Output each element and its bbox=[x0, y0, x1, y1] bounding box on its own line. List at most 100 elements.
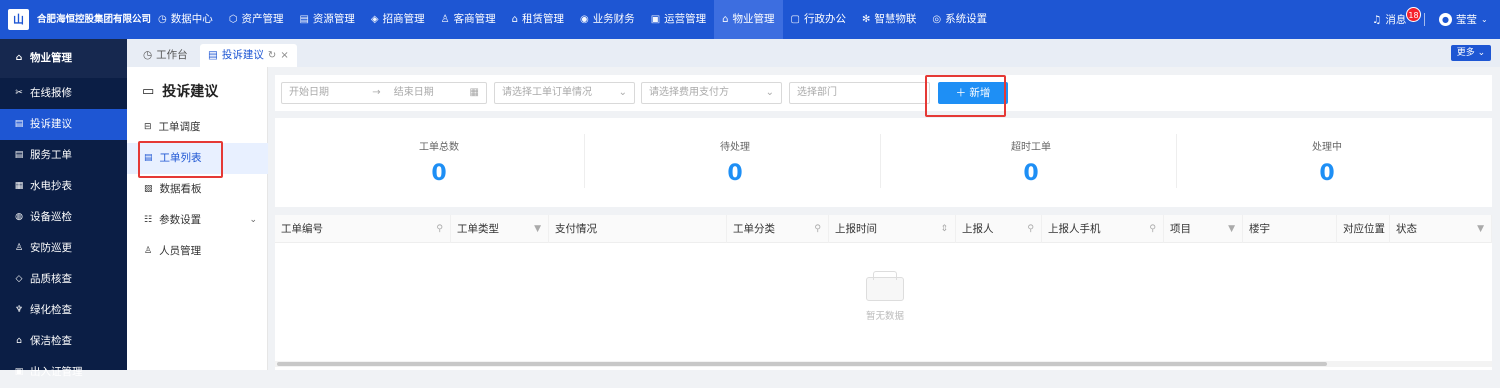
tab-complaints[interactable]: ▤ 投诉建议 ↻ × bbox=[200, 44, 297, 67]
column-header[interactable]: 上报时间 ⇕ bbox=[829, 215, 956, 243]
order-status-placeholder: 请选择工单订单情况 bbox=[502, 87, 592, 98]
submenu-item[interactable]: ▨ 数据看板 bbox=[127, 174, 268, 205]
column-header[interactable]: 工单分类 ⚲ bbox=[727, 215, 829, 243]
topnav-item[interactable]: ◉ 业务财务 bbox=[572, 0, 643, 39]
filter-icon[interactable]: ▼ bbox=[534, 215, 541, 243]
stat-value: 0 bbox=[431, 161, 447, 186]
column-header[interactable]: 对应位置 bbox=[1337, 215, 1390, 243]
topnav-item[interactable]: ▤ 资源管理 bbox=[291, 0, 362, 39]
topnav-item[interactable]: ♙ 客商管理 bbox=[433, 0, 504, 39]
sidebar-item[interactable]: ▤ 投诉建议 bbox=[0, 109, 127, 140]
topnav-label: 资产管理 bbox=[241, 13, 284, 25]
filter-icon[interactable]: ▼ bbox=[1477, 215, 1484, 243]
department-placeholder: 选择部门 bbox=[797, 87, 837, 98]
sort-icon[interactable]: ⇕ bbox=[940, 215, 948, 243]
finance-icon: ◉ bbox=[579, 14, 589, 25]
sidebar-item[interactable]: ▦ 水电抄表 bbox=[0, 171, 127, 202]
department-select[interactable]: 选择部门 bbox=[789, 82, 930, 104]
user-menu[interactable]: ● 莹莹 ⌄ bbox=[1439, 0, 1488, 39]
column-header[interactable]: 支付情况 bbox=[549, 215, 727, 243]
menu-icon: ▨ bbox=[144, 184, 153, 194]
search-icon[interactable]: ⚲ bbox=[1149, 215, 1156, 243]
sidebar-item[interactable]: ♆ 绿化检查 bbox=[0, 295, 127, 326]
more-tabs-button[interactable]: 更多 ⌄ bbox=[1451, 45, 1491, 61]
menu-icon: ⌂ bbox=[16, 336, 22, 346]
header-divider bbox=[1424, 13, 1425, 26]
menu-icon: ♙ bbox=[14, 243, 24, 253]
message-icon: ▭ bbox=[142, 83, 155, 99]
topnav-item[interactable]: ✻ 智慧物联 bbox=[854, 0, 924, 39]
tab-workbench[interactable]: ◷ 工作台 bbox=[135, 44, 196, 67]
horizontal-scrollbar[interactable] bbox=[275, 361, 1492, 367]
topnav-item[interactable]: ▢ 行政办公 bbox=[783, 0, 854, 39]
sidebar-item[interactable]: ♙ 安防巡更 bbox=[0, 233, 127, 264]
sidebar-item[interactable]: ✂ 在线报修 bbox=[0, 78, 127, 109]
payer-placeholder: 请选择费用支付方 bbox=[649, 87, 729, 98]
column-header[interactable]: 工单类型 ▼ bbox=[451, 215, 549, 243]
start-date-placeholder: 开始日期 bbox=[289, 87, 329, 98]
topnav-label: 物业管理 bbox=[732, 13, 775, 25]
menu-icon: ▦ bbox=[14, 181, 24, 191]
menu-icon: ◇ bbox=[15, 274, 23, 284]
refresh-icon[interactable]: ↻ bbox=[268, 44, 276, 67]
secondary-menu: ▭ 投诉建议 ⊟ 工单调度 ▤ 工单列表 ▨ 数据看板 ☷ 参数设置 ⌄ ♙ 人员管理 bbox=[127, 67, 268, 370]
sidebar-item-label: 绿化检查 bbox=[30, 304, 72, 316]
topnav-label: 租赁管理 bbox=[521, 13, 564, 25]
sidebar-item-label: 设备巡检 bbox=[30, 211, 72, 223]
date-range-picker[interactable]: 开始日期 → 结束日期 ▦ bbox=[281, 82, 487, 104]
column-header-label: 上报时间 bbox=[835, 223, 877, 235]
search-icon[interactable]: ⚲ bbox=[814, 215, 821, 243]
column-header[interactable]: 楼宇 bbox=[1243, 215, 1337, 243]
topnav-item[interactable]: ▣ 运营管理 bbox=[643, 0, 714, 39]
search-icon[interactable]: ⚲ bbox=[1027, 215, 1034, 243]
user-name: 莹莹 bbox=[1456, 14, 1477, 26]
column-header[interactable]: 项目 ▼ bbox=[1164, 215, 1243, 243]
submenu-item[interactable]: ⊟ 工单调度 bbox=[127, 112, 268, 143]
messages-button[interactable]: ♫ 消息 bbox=[1372, 0, 1406, 39]
topnav-item[interactable]: ⬡ 资产管理 bbox=[221, 0, 292, 39]
menu-icon: ♙ bbox=[144, 246, 153, 256]
sidebar-item-label: 服务工单 bbox=[30, 149, 72, 161]
sidebar-item[interactable]: ⌂ 保洁检查 bbox=[0, 326, 127, 357]
topnav-item[interactable]: ◈ 招商管理 bbox=[363, 0, 433, 39]
topnav-item[interactable]: ⌂ 租赁管理 bbox=[504, 0, 572, 39]
sidebar-item[interactable]: ▣ 出入证管理 bbox=[0, 357, 127, 388]
stat-card: 超时工单 0 bbox=[883, 118, 1179, 207]
close-icon[interactable]: × bbox=[280, 44, 288, 67]
column-header[interactable]: 状态 ▼ bbox=[1390, 215, 1492, 243]
column-header[interactable]: 工单编号 ⚲ bbox=[275, 215, 451, 243]
search-icon[interactable]: ⚲ bbox=[436, 215, 443, 243]
settings-icon: ◎ bbox=[932, 14, 942, 25]
topnav-label: 客商管理 bbox=[453, 13, 496, 25]
date-range-arrow: → bbox=[372, 87, 381, 98]
submenu-item[interactable]: ♙ 人员管理 bbox=[127, 236, 268, 267]
submenu-title-text: 投诉建议 bbox=[162, 84, 219, 100]
scrollbar-thumb[interactable] bbox=[277, 362, 1327, 366]
sidebar-header[interactable]: ⌂ 物业管理 bbox=[0, 39, 127, 78]
sidebar-item[interactable]: ▤ 服务工单 bbox=[0, 140, 127, 171]
column-header[interactable]: 上报人手机 ⚲ bbox=[1042, 215, 1164, 243]
people-icon: ♙ bbox=[440, 14, 450, 25]
chevron-down-icon: ⌄ bbox=[249, 215, 257, 225]
filter-bar: 开始日期 → 结束日期 ▦ 请选择工单订单情况 ⌄ 请选择费用支付方 ⌄ 选择部… bbox=[275, 75, 1492, 111]
tab-label: 工作台 bbox=[156, 49, 188, 61]
topnav-item[interactable]: ◷ 数据中心 bbox=[150, 0, 221, 39]
menu-icon: ▤ bbox=[14, 150, 24, 160]
column-header-label: 工单分类 bbox=[733, 223, 775, 235]
payer-select[interactable]: 请选择费用支付方 ⌄ bbox=[641, 82, 782, 104]
sidebar-item[interactable]: ◍ 设备巡检 bbox=[0, 202, 127, 233]
dashboard-icon: ◷ bbox=[143, 49, 153, 61]
submenu-item-label: 参数设置 bbox=[159, 214, 202, 226]
tag-icon: ◈ bbox=[370, 14, 379, 25]
column-header[interactable]: 上报人 ⚲ bbox=[956, 215, 1042, 243]
submenu-item[interactable]: ☷ 参数设置 ⌄ bbox=[127, 205, 268, 236]
topnav-item[interactable]: ⌂ 物业管理 bbox=[714, 0, 783, 39]
menu-icon: ◍ bbox=[15, 212, 23, 222]
menu-icon: ♆ bbox=[14, 305, 24, 315]
sidebar-item[interactable]: ◇ 品质核查 bbox=[0, 264, 127, 295]
empty-text: 暂无数据 bbox=[865, 311, 904, 322]
filter-icon[interactable]: ▼ bbox=[1228, 215, 1235, 243]
column-header-label: 工单类型 bbox=[457, 223, 499, 235]
order-status-select[interactable]: 请选择工单订单情况 ⌄ bbox=[494, 82, 635, 104]
topnav-item[interactable]: ◎ 系统设置 bbox=[924, 0, 995, 39]
